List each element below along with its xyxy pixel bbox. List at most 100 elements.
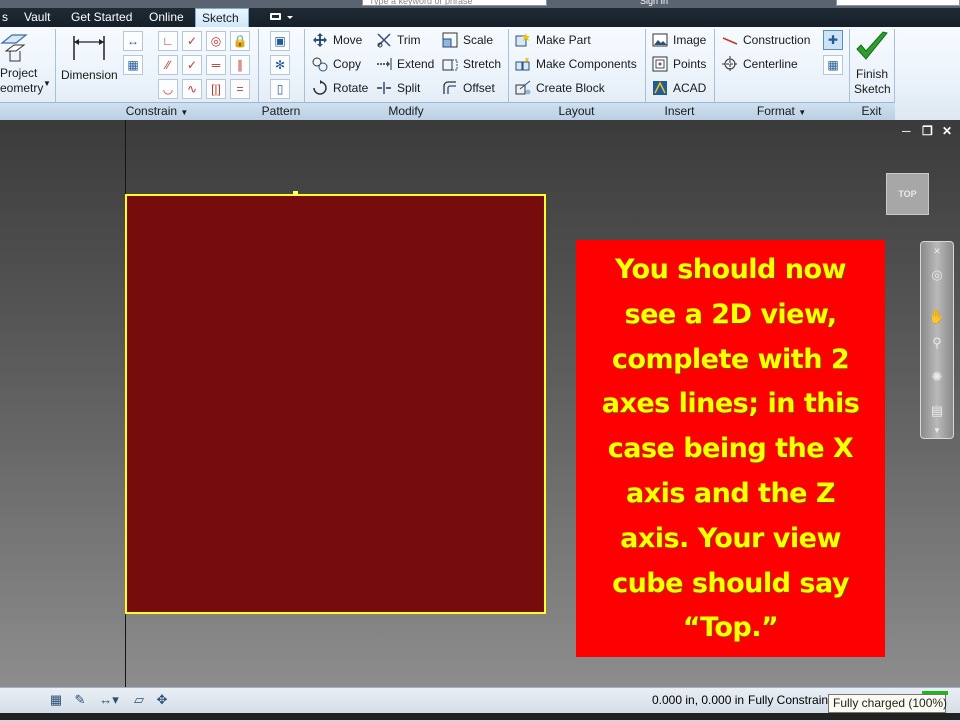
split-label: Split: [397, 81, 421, 95]
title-bar-field: [836, 0, 960, 6]
slice-graphics-icon[interactable]: ▱: [130, 691, 148, 709]
edit-sketch-icon[interactable]: ✎: [71, 691, 89, 709]
parallel-constraint-icon[interactable]: ∕∕: [158, 55, 178, 75]
tab-sketch[interactable]: Sketch: [195, 8, 249, 27]
move-cursor-icon[interactable]: ✥: [153, 691, 171, 709]
finish-sketch-label-2[interactable]: Sketch: [854, 82, 891, 97]
create-block-button[interactable]: Create Block: [515, 78, 605, 98]
rectangular-pattern-icon[interactable]: ▣: [270, 31, 290, 51]
tab-online[interactable]: Online: [147, 8, 186, 27]
insert-acad-button[interactable]: ACAD: [652, 78, 706, 98]
extend-button[interactable]: Extend: [376, 54, 434, 74]
dimension-display-icon[interactable]: ↔▾: [96, 691, 122, 709]
insert-points-button[interactable]: Points: [652, 54, 706, 74]
driven-dimension-icon[interactable]: ▦: [823, 55, 843, 75]
points-icon: [652, 56, 668, 72]
steering-wheel-icon[interactable]: ◎: [928, 266, 946, 284]
move-label: Move: [333, 33, 363, 47]
tab-partial[interactable]: s: [0, 8, 10, 27]
make-components-button[interactable]: Make Components: [515, 54, 637, 74]
center-point-icon[interactable]: ✚: [823, 30, 843, 50]
auto-dimension-icon[interactable]: ↔: [123, 31, 143, 51]
vertical-constraint-icon[interactable]: ∥: [230, 55, 250, 75]
panel-title-constrain[interactable]: Constrain ▼: [56, 103, 258, 121]
points-label: Points: [673, 57, 707, 71]
rotate-icon: [312, 79, 328, 96]
move-button[interactable]: Move: [312, 30, 362, 50]
chevron-down-icon: ▼: [798, 108, 807, 117]
help-search-input[interactable]: Type a keyword or phrase: [362, 0, 547, 6]
finish-sketch-check-icon[interactable]: [854, 30, 890, 66]
copy-button[interactable]: Copy: [312, 54, 361, 74]
grid-snap-icon[interactable]: ▦: [47, 691, 65, 709]
fix-constraint-icon[interactable]: 🔒: [230, 31, 250, 51]
tab-get-started[interactable]: Get Started: [69, 8, 134, 27]
scale-icon: [442, 32, 458, 48]
tangent-constraint-icon[interactable]: ◡: [158, 79, 178, 99]
close-icon[interactable]: ✕: [928, 242, 946, 260]
equal-constraint-icon[interactable]: =: [230, 79, 250, 99]
panel-title-layout: Layout: [558, 104, 595, 118]
perpendicular-constraint-icon[interactable]: ✓: [182, 55, 202, 75]
finish-sketch-label-1[interactable]: Finish: [856, 67, 888, 82]
minimize-icon[interactable]: ─: [902, 124, 911, 138]
make-part-label: Make Part: [536, 33, 591, 47]
zoom-icon[interactable]: ⚲: [928, 334, 946, 352]
restore-icon[interactable]: ❐: [922, 124, 933, 138]
viewcube[interactable]: TOP: [886, 173, 929, 215]
ribbon-options-dropdown[interactable]: [268, 11, 296, 23]
concentric-constraint-icon[interactable]: ◎: [206, 31, 226, 51]
instruction-callout: You should now see a 2D view, complete w…: [576, 240, 885, 657]
symmetric-constraint-icon[interactable]: [|]: [206, 79, 226, 99]
chevron-down-icon[interactable]: ▼: [43, 75, 51, 89]
chevron-down-icon[interactable]: ▼: [928, 422, 946, 440]
acad-label: ACAD: [673, 81, 707, 95]
ribbon-tab-bar: s Vault Get Started Online Sketch: [0, 8, 960, 27]
show-constraints-icon[interactable]: ▦: [123, 55, 143, 75]
circular-pattern-icon[interactable]: ✻: [270, 55, 290, 75]
make-components-label: Make Components: [536, 57, 637, 71]
taskbar-strip: [0, 713, 960, 720]
orbit-icon[interactable]: ✺: [928, 368, 946, 386]
ribbon-panel-titles: Constrain ▼ Pattern Modify Layout Insert…: [0, 102, 895, 121]
trim-button[interactable]: Trim: [376, 30, 421, 50]
offset-button[interactable]: Offset: [442, 78, 495, 98]
panel-title-format[interactable]: Format ▼: [714, 103, 849, 121]
horizontal-constraint-icon[interactable]: ═: [206, 55, 226, 75]
make-part-button[interactable]: Make Part: [515, 30, 591, 50]
copy-icon: [312, 56, 328, 72]
rotate-button[interactable]: Rotate: [312, 78, 368, 98]
sketch-rectangle[interactable]: [125, 194, 546, 614]
tab-vault[interactable]: Vault: [22, 8, 52, 27]
mirror-icon[interactable]: ▯: [270, 79, 290, 99]
stretch-button[interactable]: Stretch: [442, 54, 501, 74]
project-geometry-label-2[interactable]: eometry: [0, 81, 43, 95]
move-icon: [312, 32, 328, 48]
close-icon[interactable]: ✕: [942, 124, 952, 138]
scale-button[interactable]: Scale: [442, 30, 493, 50]
trim-label: Trim: [397, 33, 421, 47]
look-at-icon[interactable]: ▤: [928, 402, 946, 420]
constraint-status: Fully Constrained: [748, 693, 828, 707]
pan-hand-icon[interactable]: ✋: [928, 308, 946, 326]
centerline-button[interactable]: Centerline: [722, 54, 798, 74]
make-part-icon: [515, 32, 531, 48]
split-button[interactable]: Split: [376, 78, 420, 98]
dimension-icon[interactable]: [70, 32, 108, 66]
construction-label: Construction: [743, 33, 811, 47]
dimension-button[interactable]: Dimension: [61, 65, 118, 85]
insert-image-button[interactable]: Image: [652, 30, 706, 50]
smooth-constraint-icon[interactable]: ∿: [182, 79, 202, 99]
coincident-constraint-icon[interactable]: ∟: [158, 31, 178, 51]
sign-in-link[interactable]: Sign In: [640, 0, 730, 6]
panel-title-modify: Modify: [388, 104, 424, 118]
chevron-down-icon: ▼: [180, 108, 189, 117]
collinear-constraint-icon[interactable]: ✓: [182, 31, 202, 51]
project-geometry-icon[interactable]: [0, 31, 32, 65]
construction-button[interactable]: Construction: [722, 30, 810, 50]
battery-tooltip: Fully charged (100%): [828, 694, 947, 713]
project-geometry-label-1[interactable]: Project: [0, 66, 37, 80]
rotate-label: Rotate: [333, 81, 369, 95]
sketch-midpoint[interactable]: [293, 191, 298, 196]
cursor-coordinates: 0.000 in, 0.000 in: [652, 693, 745, 707]
